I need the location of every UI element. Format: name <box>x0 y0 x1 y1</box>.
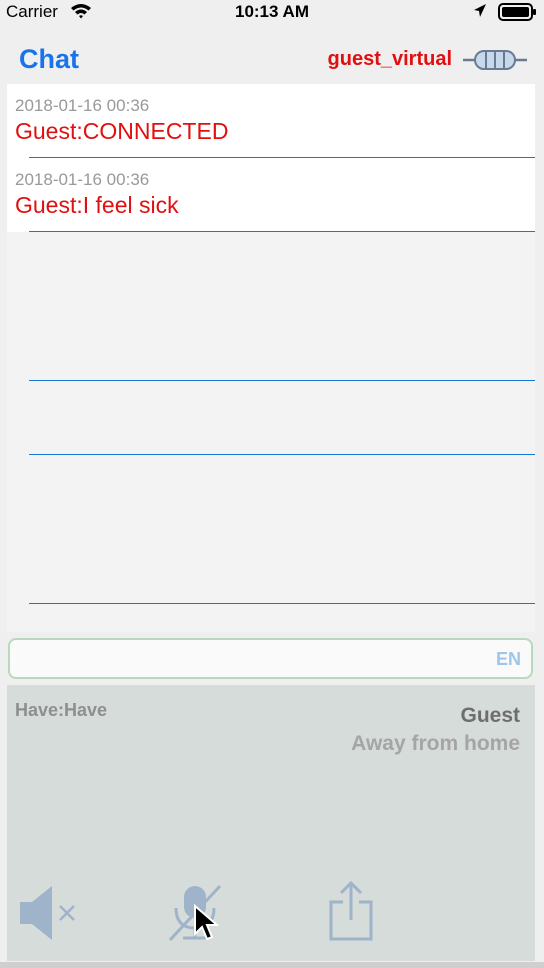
have-label: Have:Have <box>15 700 108 720</box>
message-text: Guest:I feel sick <box>15 192 179 218</box>
row-divider <box>29 454 535 455</box>
contact-status: Away from home <box>351 732 520 755</box>
share-icon[interactable] <box>328 880 374 942</box>
battery-icon <box>498 3 536 21</box>
username-label: guest_virtual <box>327 48 452 70</box>
language-toggle[interactable]: EN <box>496 649 521 670</box>
contact-panel: Have:Have Guest Away from home <box>7 685 535 961</box>
chat-message: 2018-01-16 00:36 Guest:CONNECTED <box>7 84 535 158</box>
speaker-muted-icon[interactable] <box>18 884 80 942</box>
row-divider <box>29 603 535 604</box>
message-timestamp: 2018-01-16 00:36 <box>15 170 150 189</box>
location-arrow-icon <box>474 4 486 17</box>
chat-list[interactable]: 2018-01-16 00:36 Guest:CONNECTED 2018-01… <box>7 84 535 632</box>
bottom-edge <box>0 962 544 968</box>
contact-name: Guest <box>460 704 520 727</box>
row-divider <box>29 231 535 232</box>
page-title: Chat <box>19 44 79 74</box>
clock: 10:13 AM <box>234 2 309 21</box>
message-text: Guest:CONNECTED <box>15 118 229 144</box>
plug-icon[interactable] <box>462 46 528 74</box>
mouse-pointer-icon <box>194 904 219 941</box>
chat-message: 2018-01-16 00:36 Guest:I feel sick <box>7 158 535 232</box>
message-input[interactable]: EN <box>8 638 533 679</box>
message-timestamp: 2018-01-16 00:36 <box>15 96 150 115</box>
nav-bar: Chat guest_virtual <box>0 38 544 82</box>
row-divider <box>29 380 535 381</box>
status-bar: Carrier 10:13 AM <box>0 0 544 24</box>
